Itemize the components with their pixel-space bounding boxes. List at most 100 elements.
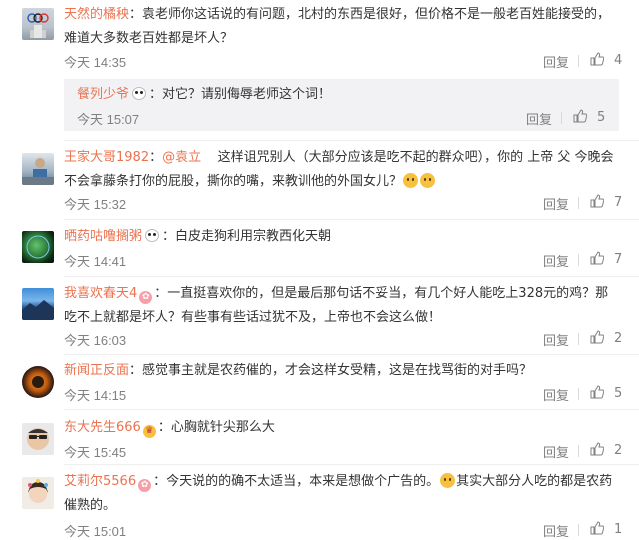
comment-body: 晒药咕噜搁粥 ：白皮走狗利用宗教西化天朝 <box>64 229 332 244</box>
timestamp: 今天 15:01 <box>64 524 127 539</box>
like-button[interactable]: 5 <box>590 385 622 401</box>
timestamp: 今天 15:32 <box>64 197 127 212</box>
username-link[interactable]: 东大先生666 <box>64 420 141 435</box>
reply-button[interactable]: 回复 <box>543 194 569 213</box>
thumbs-up-icon <box>590 521 604 535</box>
thumbs-up-icon <box>590 194 604 208</box>
mountain-avatar-icon <box>22 300 54 320</box>
divider <box>578 333 579 345</box>
comment-text: 感觉事主就是农药催的，才会这样女受精，这是在找骂街的对手吗？ <box>142 363 533 378</box>
comment-body: 我喜欢春天4 ✿ ：一直挺喜欢你的，但是最后那句话不妥当，有几个好人能吃上328元的… <box>64 286 609 325</box>
reply-button[interactable]: 回复 <box>543 330 569 349</box>
timestamp: 今天 15:07 <box>77 112 140 127</box>
username-link[interactable]: 餐列少爷 <box>77 87 129 102</box>
reply-button[interactable]: 回复 <box>543 521 569 540</box>
divider <box>64 276 639 277</box>
avatar[interactable] <box>22 288 54 320</box>
like-button[interactable]: 7 <box>590 251 622 267</box>
laughing-emoji-icon <box>440 473 456 488</box>
reply-button[interactable]: 回复 <box>543 251 569 270</box>
timestamp: 今天 16:03 <box>64 333 127 348</box>
divider <box>578 197 579 209</box>
reply-button[interactable]: 回复 <box>526 109 552 128</box>
thumbs-up-icon <box>573 109 587 123</box>
reply-button[interactable]: 回复 <box>543 442 569 461</box>
divider <box>64 140 639 141</box>
like-button[interactable]: 2 <box>590 330 622 346</box>
hug-emoji-icon <box>403 173 419 188</box>
divider <box>561 112 562 124</box>
globe-avatar-icon <box>26 235 50 259</box>
avatar[interactable] <box>22 477 54 509</box>
girl-avatar-icon <box>28 479 48 503</box>
divider <box>64 219 639 220</box>
avatar[interactable] <box>22 366 54 398</box>
thumbs-up-icon <box>590 385 604 399</box>
divider <box>64 354 639 355</box>
comment-body: 东大先生666 ♛ ：心胸就针尖那么大 <box>64 420 275 438</box>
like-count: 5 <box>614 386 623 401</box>
username-link[interactable]: 晒药咕噜搁粥 <box>64 229 142 244</box>
timestamp: 今天 14:15 <box>64 388 127 403</box>
comment-body: 王家大哥1982：@袁立 这样诅咒别人（大部分应该是吃不起的群众吧），你的 上帝… <box>64 150 614 189</box>
divider <box>578 445 579 457</box>
sun-moon-avatar-icon <box>32 376 44 388</box>
like-count: 7 <box>614 195 623 210</box>
comment-text: 心胸就针尖那么大 <box>170 420 275 435</box>
timestamp: 今天 14:35 <box>64 55 127 70</box>
divider <box>578 388 579 400</box>
like-count: 5 <box>597 110 606 125</box>
divider <box>578 254 579 266</box>
comment-text: 对它？请别侮辱老师这个词！ <box>162 87 332 102</box>
panda-emoji-icon <box>145 229 160 242</box>
hug-emoji-icon <box>420 173 436 188</box>
username-link[interactable]: 新闻正反面 <box>64 363 129 378</box>
avatar[interactable] <box>22 231 54 263</box>
comment-body: 艾莉尔5566 ✿ ：今天说的的确不太适当，本来是想做个广告的。 其实大部分人吃的都是… <box>64 473 613 513</box>
like-button[interactable]: 7 <box>590 194 622 210</box>
comment-text: 今天说的的确不太适当，本来是想做个广告的。 <box>166 474 440 489</box>
sub-reply-body: 餐列少爷 ：对它？请别侮辱老师这个词！ <box>77 87 332 102</box>
comment-body: 新闻正反面：感觉事主就是农药催的，才会这样女受精，这是在找骂街的对手吗？ <box>64 363 533 378</box>
divider <box>578 55 579 67</box>
crown-badge-icon: ♛ <box>142 425 156 438</box>
comment-body: 天然的橘秧：袁老师你这话说的有问题，北村的东西是很好，但价格不是一般老百姓能接受… <box>64 7 611 46</box>
reply-button[interactable]: 回复 <box>543 52 569 71</box>
timestamp: 今天 15:45 <box>64 445 127 460</box>
like-button[interactable]: 4 <box>590 52 622 68</box>
comment-text: 白皮走狗利用宗教西化天朝 <box>175 229 332 244</box>
like-count: 1 <box>614 522 623 537</box>
comment-text: 袁老师你这话说的有问题，北村的东西是很好，但价格不是一般老百姓能接受的，难道大多… <box>64 7 611 46</box>
person-avatar-icon <box>22 158 54 185</box>
mention-link[interactable]: @袁立 <box>162 150 201 165</box>
thumbs-up-icon <box>590 442 604 456</box>
username-link[interactable]: 天然的橘秧 <box>64 7 129 22</box>
divider <box>64 409 639 410</box>
flower-badge-icon: ✿ <box>138 479 152 492</box>
like-count: 7 <box>614 252 623 267</box>
avatar[interactable] <box>22 423 54 455</box>
like-count: 2 <box>614 331 623 346</box>
like-button[interactable]: 1 <box>590 521 622 537</box>
olympic-rings-avatar-icon <box>27 13 49 38</box>
thumbs-up-icon <box>590 330 604 344</box>
like-count: 2 <box>614 443 623 458</box>
like-count: 4 <box>614 53 623 68</box>
avatar[interactable] <box>22 153 54 185</box>
sub-reply-box: 餐列少爷 ：对它？请别侮辱老师这个词！ 今天 15:07 回复 5 <box>64 79 619 131</box>
username-link[interactable]: 王家大哥1982 <box>64 150 149 165</box>
flower-badge-icon: ✿ <box>139 291 153 304</box>
divider <box>64 464 639 465</box>
username-link[interactable]: 我喜欢春天4 <box>64 286 137 301</box>
username-link[interactable]: 艾莉尔5566 <box>64 474 136 489</box>
thumbs-up-icon <box>590 251 604 265</box>
avatar[interactable] <box>22 8 54 40</box>
divider <box>578 524 579 536</box>
sunglasses-face-avatar-icon <box>27 428 49 450</box>
like-button[interactable]: 5 <box>573 109 605 125</box>
thumbs-up-icon <box>590 52 604 66</box>
reply-button[interactable]: 回复 <box>543 385 569 404</box>
like-button[interactable]: 2 <box>590 442 622 458</box>
timestamp: 今天 14:41 <box>64 254 127 269</box>
panda-emoji-icon <box>132 87 147 100</box>
